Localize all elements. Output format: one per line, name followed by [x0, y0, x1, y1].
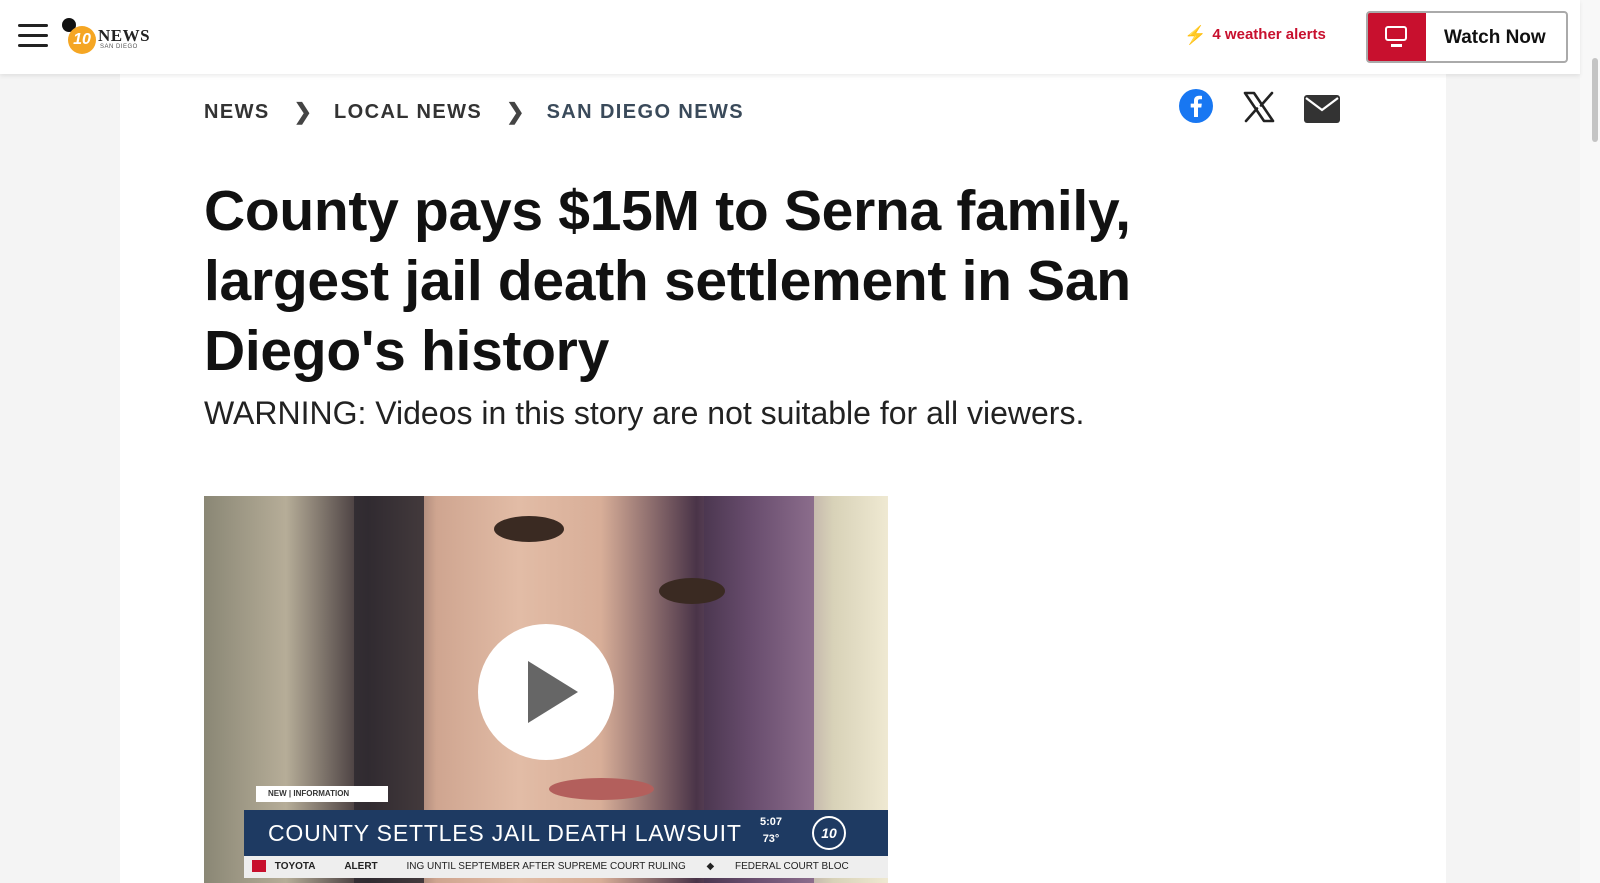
chevron-right-icon: ❯: [293, 99, 313, 124]
x-icon[interactable]: [1242, 90, 1276, 124]
temperature-text: 73°: [762, 833, 780, 845]
scrollbar-thumb[interactable]: [1592, 58, 1598, 142]
menu-icon[interactable]: [18, 24, 48, 50]
watch-now-button[interactable]: Watch Now: [1366, 11, 1568, 63]
page-scrollbar[interactable]: [1580, 0, 1600, 883]
play-icon[interactable]: [478, 624, 614, 760]
lower-third: COUNTY SETTLES JAIL DEATH LAWSUIT 5:07 7…: [244, 810, 888, 856]
logo-ten: 10: [68, 26, 96, 54]
breadcrumb-san-diego-news[interactable]: SAN DIEGO NEWS: [547, 101, 744, 124]
weather-alerts-text: 4 weather alerts: [1212, 26, 1326, 43]
time-text: 5:07: [760, 816, 783, 828]
watch-now-label: Watch Now: [1444, 27, 1546, 48]
video-thumbnail-detail: [659, 578, 725, 604]
video-thumbnail-detail: [494, 516, 564, 542]
breadcrumb: NEWS ❯ LOCAL NEWS ❯ SAN DIEGO NEWS: [204, 99, 744, 125]
news-ticker: TOYOTA ALERT ING UNTIL SEPTEMBER AFTER S…: [244, 856, 888, 878]
logo-word: NEWS: [98, 26, 151, 45]
ticker-label: ALERT: [344, 861, 378, 872]
lightning-icon: ⚡: [1184, 24, 1207, 45]
lower-third-clock: 5:07 73°: [760, 814, 782, 848]
breadcrumb-local-news[interactable]: LOCAL NEWS: [334, 101, 482, 124]
chevron-right-icon: ❯: [506, 99, 525, 124]
weather-alerts-link[interactable]: ⚡ 4 weather alerts: [1184, 24, 1326, 45]
site-header: 10 NEWS SAN DIEGO ⚡ 4 weather alerts Wat…: [0, 0, 1580, 74]
ticker-text-2: FEDERAL COURT BLOC: [735, 861, 849, 872]
ticker-divider-icon: ◆: [706, 861, 715, 872]
site-logo[interactable]: 10 NEWS SAN DIEGO: [62, 16, 151, 56]
ticker-text: ING UNTIL SEPTEMBER AFTER SUPREME COURT …: [406, 861, 686, 872]
facebook-icon[interactable]: [1178, 88, 1214, 124]
article-warning: WARNING: Videos in this story are not su…: [204, 395, 1085, 431]
breadcrumb-news[interactable]: NEWS: [204, 101, 270, 124]
article-headline: County pays $15M to Serna family, larges…: [204, 179, 1131, 383]
tv-icon: [1368, 13, 1426, 61]
sponsor-logo-icon: [252, 860, 266, 873]
lower-third-headline: COUNTY SETTLES JAIL DEATH LAWSUIT: [268, 820, 742, 846]
email-icon[interactable]: [1303, 94, 1341, 124]
video-player[interactable]: NEW | INFORMATION COUNTY SETTLES JAIL DE…: [204, 496, 888, 883]
station-badge: 10: [812, 816, 846, 850]
video-tag: NEW | INFORMATION: [256, 786, 388, 802]
ticker-sponsor: TOYOTA: [274, 861, 316, 872]
video-thumbnail-detail: [549, 778, 654, 800]
logo-subword: SAN DIEGO: [100, 44, 138, 50]
